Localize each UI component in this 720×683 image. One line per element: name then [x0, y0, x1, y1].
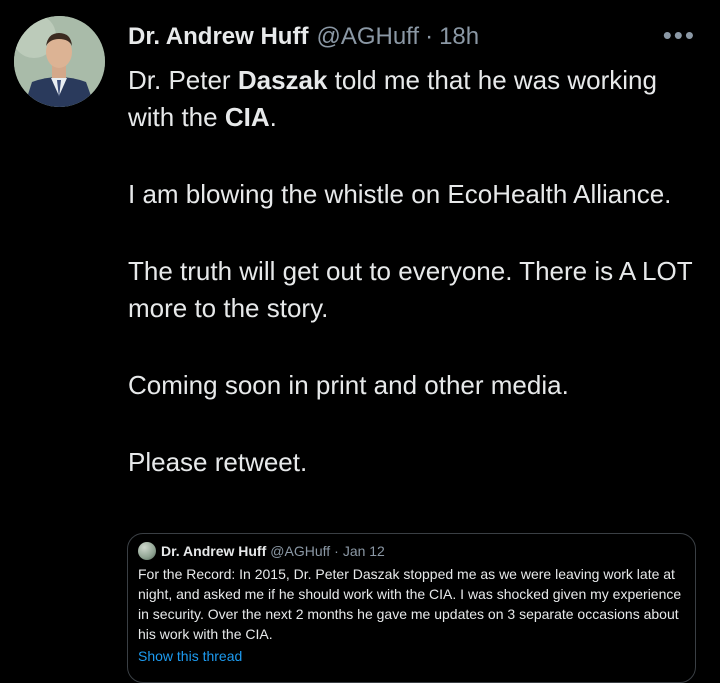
bold-text: CIA — [224, 102, 270, 132]
tweet-paragraph: Please retweet. — [128, 444, 700, 481]
text-segment: Coming soon in print and other media. — [128, 370, 569, 400]
text-segment: . — [269, 102, 277, 132]
avatar-photo — [14, 16, 105, 107]
text-segment: The truth will get out to everyone. Ther… — [128, 256, 693, 323]
quoted-separator: · — [334, 543, 339, 559]
author-name[interactable]: Dr. Andrew Huff — [128, 22, 308, 52]
quoted-author-handle: @AGHuff — [270, 543, 331, 559]
quoted-tweet-header: Dr. Andrew Huff @AGHuff · Jan 12 — [138, 542, 685, 560]
text-segment: Dr. Peter — [128, 65, 238, 95]
quoted-tweet[interactable]: Dr. Andrew Huff @AGHuff · Jan 12 For the… — [127, 533, 696, 683]
quoted-timestamp: Jan 12 — [342, 543, 385, 559]
tweet-paragraph: Dr. Peter Daszak told me that he was wor… — [128, 62, 700, 136]
tweet-timestamp[interactable]: 18h — [439, 22, 479, 52]
more-options-icon[interactable]: ••• — [663, 22, 696, 48]
tweet-header: Dr. Andrew Huff @AGHuff · 18h ••• — [128, 20, 696, 54]
avatar[interactable] — [14, 16, 105, 107]
show-thread-link[interactable]: Show this thread — [138, 647, 685, 665]
header-separator: · — [425, 23, 434, 50]
quoted-avatar — [138, 542, 156, 560]
quoted-author-name: Dr. Andrew Huff — [161, 543, 267, 559]
bold-text: Daszak — [237, 65, 328, 95]
tweet-paragraph: I am blowing the whistle on EcoHealth Al… — [128, 176, 700, 213]
text-segment: I am blowing the whistle on EcoHealth Al… — [128, 179, 672, 209]
tweet-paragraph: Coming soon in print and other media. — [128, 367, 700, 404]
tweet-paragraph: The truth will get out to everyone. Ther… — [128, 253, 700, 327]
author-handle[interactable]: @AGHuff — [316, 22, 419, 52]
tweet-text: Dr. Peter Daszak told me that he was wor… — [128, 62, 700, 521]
quoted-tweet-text: For the Record: In 2015, Dr. Peter Dasza… — [138, 566, 682, 642]
text-segment: Please retweet. — [128, 447, 308, 477]
